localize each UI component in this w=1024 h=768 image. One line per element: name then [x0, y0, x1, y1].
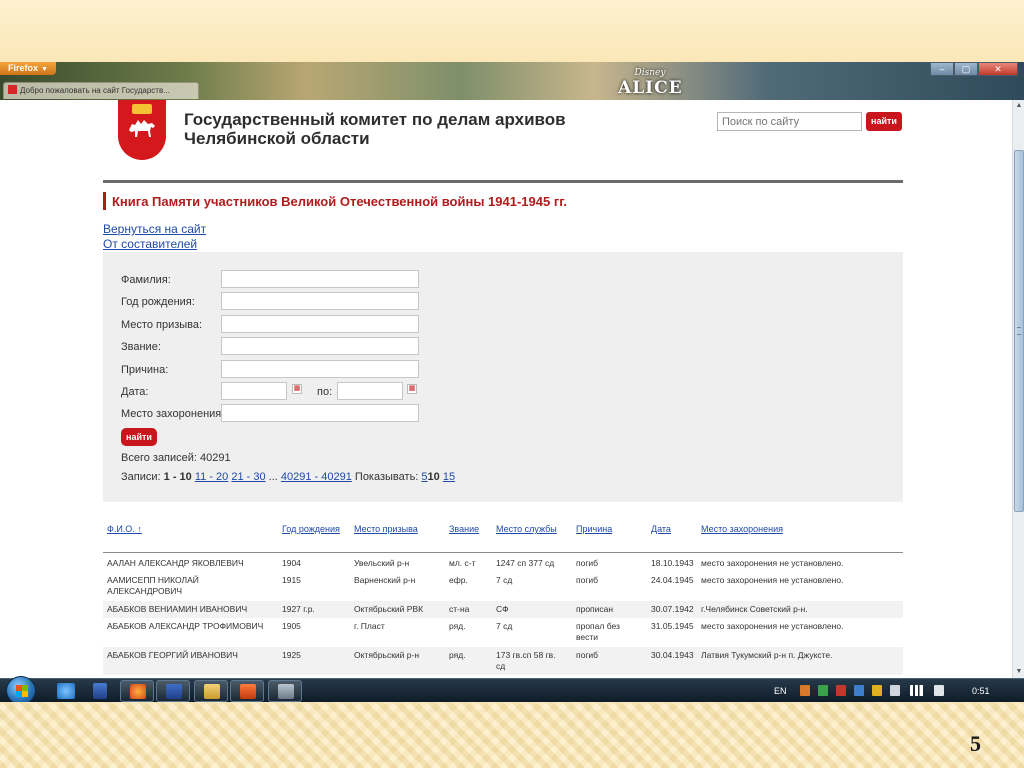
calendar-icon[interactable]: ▦ [407, 384, 417, 394]
windows-taskbar: EN 0:51 [0, 676, 1024, 702]
site-favicon-icon [8, 85, 17, 94]
update-icon[interactable] [854, 685, 864, 696]
antivirus-icon[interactable] [836, 685, 846, 696]
draft-place-field[interactable] [221, 315, 419, 333]
date-to-label: по: [317, 386, 333, 398]
column-header-draft-place[interactable]: Место призыва [354, 524, 418, 534]
browser-tab[interactable]: Добро пожаловать на сайт Государств... [3, 82, 199, 99]
start-button[interactable] [6, 676, 36, 702]
slide-number: 5 [970, 731, 981, 756]
taskbar-app[interactable] [268, 680, 302, 702]
theme-logo: Disney ALICE [618, 68, 683, 98]
signal-strength-icon[interactable] [910, 685, 926, 696]
table-row[interactable]: ААЛАН АЛЕКСАНДР ЯКОВЛЕВИЧ 1904 Увельский… [103, 555, 903, 572]
taskbar-clock[interactable]: 0:51 [972, 679, 990, 702]
camel-icon [129, 120, 155, 137]
page-link[interactable]: 21 - 30 [231, 471, 265, 483]
calendar-icon[interactable]: ▦ [292, 384, 302, 394]
shield-icon[interactable] [872, 685, 882, 696]
birth-year-field[interactable] [221, 292, 419, 310]
table-row[interactable]: ААМИСЕПП НИКОЛАЙ АЛЕКСАНДРОВИЧ 1915 Варн… [103, 572, 903, 600]
taskbar-media[interactable] [230, 680, 264, 702]
tab-title: Добро пожаловать на сайт Государств... [20, 86, 170, 95]
media-player-icon [240, 684, 256, 699]
burial-place-label: Место захоронения: [121, 408, 225, 420]
pagination: Записи: 1 - 10 11 - 20 21 - 30 ... 40291… [121, 471, 456, 483]
last-page-link[interactable]: 40291 - 40291 [281, 471, 352, 483]
scroll-up-icon[interactable]: ▲ [1014, 101, 1024, 111]
firefox-menu-button[interactable]: Firefox ▼ [0, 62, 56, 75]
page-size-option[interactable]: 15 [443, 471, 455, 483]
rank-field[interactable] [221, 337, 419, 355]
region-emblem-logo [118, 100, 166, 160]
table-row[interactable]: АБАБКОВ ВЕНИАМИН ИВАНОВИЧ 1927 г.р. Октя… [103, 601, 903, 618]
window-controls: – ▢ ✕ [930, 62, 1018, 76]
header-divider-line [103, 552, 903, 553]
search-form: Фамилия: Год рождения: Место призыва: Зв… [103, 252, 903, 502]
column-header-rank[interactable]: Звание [449, 524, 479, 534]
minimize-button[interactable]: – [930, 62, 954, 76]
close-button[interactable]: ✕ [978, 62, 1018, 76]
back-to-site-link[interactable]: Вернуться на сайт [103, 222, 206, 236]
network-icon[interactable] [818, 685, 828, 696]
header-divider [103, 180, 903, 183]
word-icon [166, 684, 182, 699]
column-header-birth-year[interactable]: Год рождения [282, 524, 340, 534]
site-search-input[interactable] [717, 112, 862, 131]
title-accent [103, 192, 106, 210]
folder-icon [204, 684, 220, 699]
surname-field[interactable] [221, 270, 419, 288]
org-title: Государственный комитет по делам архивов… [184, 110, 566, 148]
reason-label: Причина: [121, 364, 169, 376]
scroll-down-icon[interactable]: ▼ [1014, 667, 1024, 677]
slide-top-band [0, 0, 1024, 62]
scrollbar-thumb[interactable] [1014, 150, 1024, 512]
date-label: Дата: [121, 386, 149, 398]
rank-label: Звание: [121, 341, 161, 353]
column-header-date[interactable]: Дата [651, 524, 671, 534]
surname-label: Фамилия: [121, 274, 171, 286]
current-page: 1 - 10 [163, 471, 192, 483]
device-icon[interactable] [890, 685, 900, 696]
save-icon[interactable] [93, 683, 107, 699]
draft-place-label: Место призыва: [121, 319, 203, 331]
column-header-reason[interactable]: Причина [576, 524, 612, 534]
app-icon [278, 684, 294, 699]
maximize-button[interactable]: ▢ [954, 62, 978, 76]
page-size-selected: 10 [427, 471, 440, 483]
column-header-unit[interactable]: Место службы [496, 524, 557, 534]
site-header: Государственный комитет по делам архивов… [118, 100, 908, 184]
burial-place-field[interactable] [221, 404, 419, 422]
page-viewport: Государственный комитет по делам архивов… [0, 100, 1012, 678]
birth-year-label: Год рождения: [121, 296, 195, 308]
internet-explorer-icon[interactable] [57, 683, 75, 699]
screenshot: Firefox ▼ Добро пожаловать на сайт Госуда… [0, 62, 1024, 702]
taskbar-explorer[interactable] [194, 680, 228, 702]
page-title: Книга Памяти участников Великой Отечеств… [112, 194, 567, 209]
crown-icon [132, 104, 152, 114]
vertical-scrollbar[interactable]: ▲ ▼ [1012, 100, 1024, 678]
language-indicator[interactable]: EN [774, 679, 787, 702]
taskbar-firefox[interactable] [120, 680, 154, 702]
reason-field[interactable] [221, 360, 419, 378]
browser-titlebar: Firefox ▼ Добро пожаловать на сайт Госуда… [0, 62, 1024, 100]
taskbar-word[interactable] [156, 680, 190, 702]
site-search-button[interactable]: найти [866, 112, 902, 131]
from-compilers-link[interactable]: От составителей [103, 237, 197, 251]
speaker-icon[interactable] [934, 685, 944, 696]
column-header-burial[interactable]: Место захоронения [701, 524, 783, 534]
arrow-left-icon[interactable] [800, 685, 810, 696]
page-link[interactable]: 11 - 20 [195, 471, 228, 483]
table-row[interactable]: АБАБКОВ ГЕОРГИЙ ИВАНОВИЧ 1925 Октябрьски… [103, 647, 903, 675]
date-from-field[interactable] [221, 382, 287, 400]
find-button[interactable]: найти [121, 428, 157, 446]
date-to-field[interactable] [337, 382, 403, 400]
total-records: Всего записей: 40291 [121, 452, 231, 464]
chevron-down-icon: ▼ [41, 66, 48, 73]
table-row[interactable]: АБАБКОВ АЛЕКСАНДР ТРОФИМОВИЧ 1905 г. Пла… [103, 618, 903, 646]
firefox-icon [130, 684, 146, 699]
column-header-name[interactable]: Ф.И.О. ↑ [107, 524, 142, 534]
